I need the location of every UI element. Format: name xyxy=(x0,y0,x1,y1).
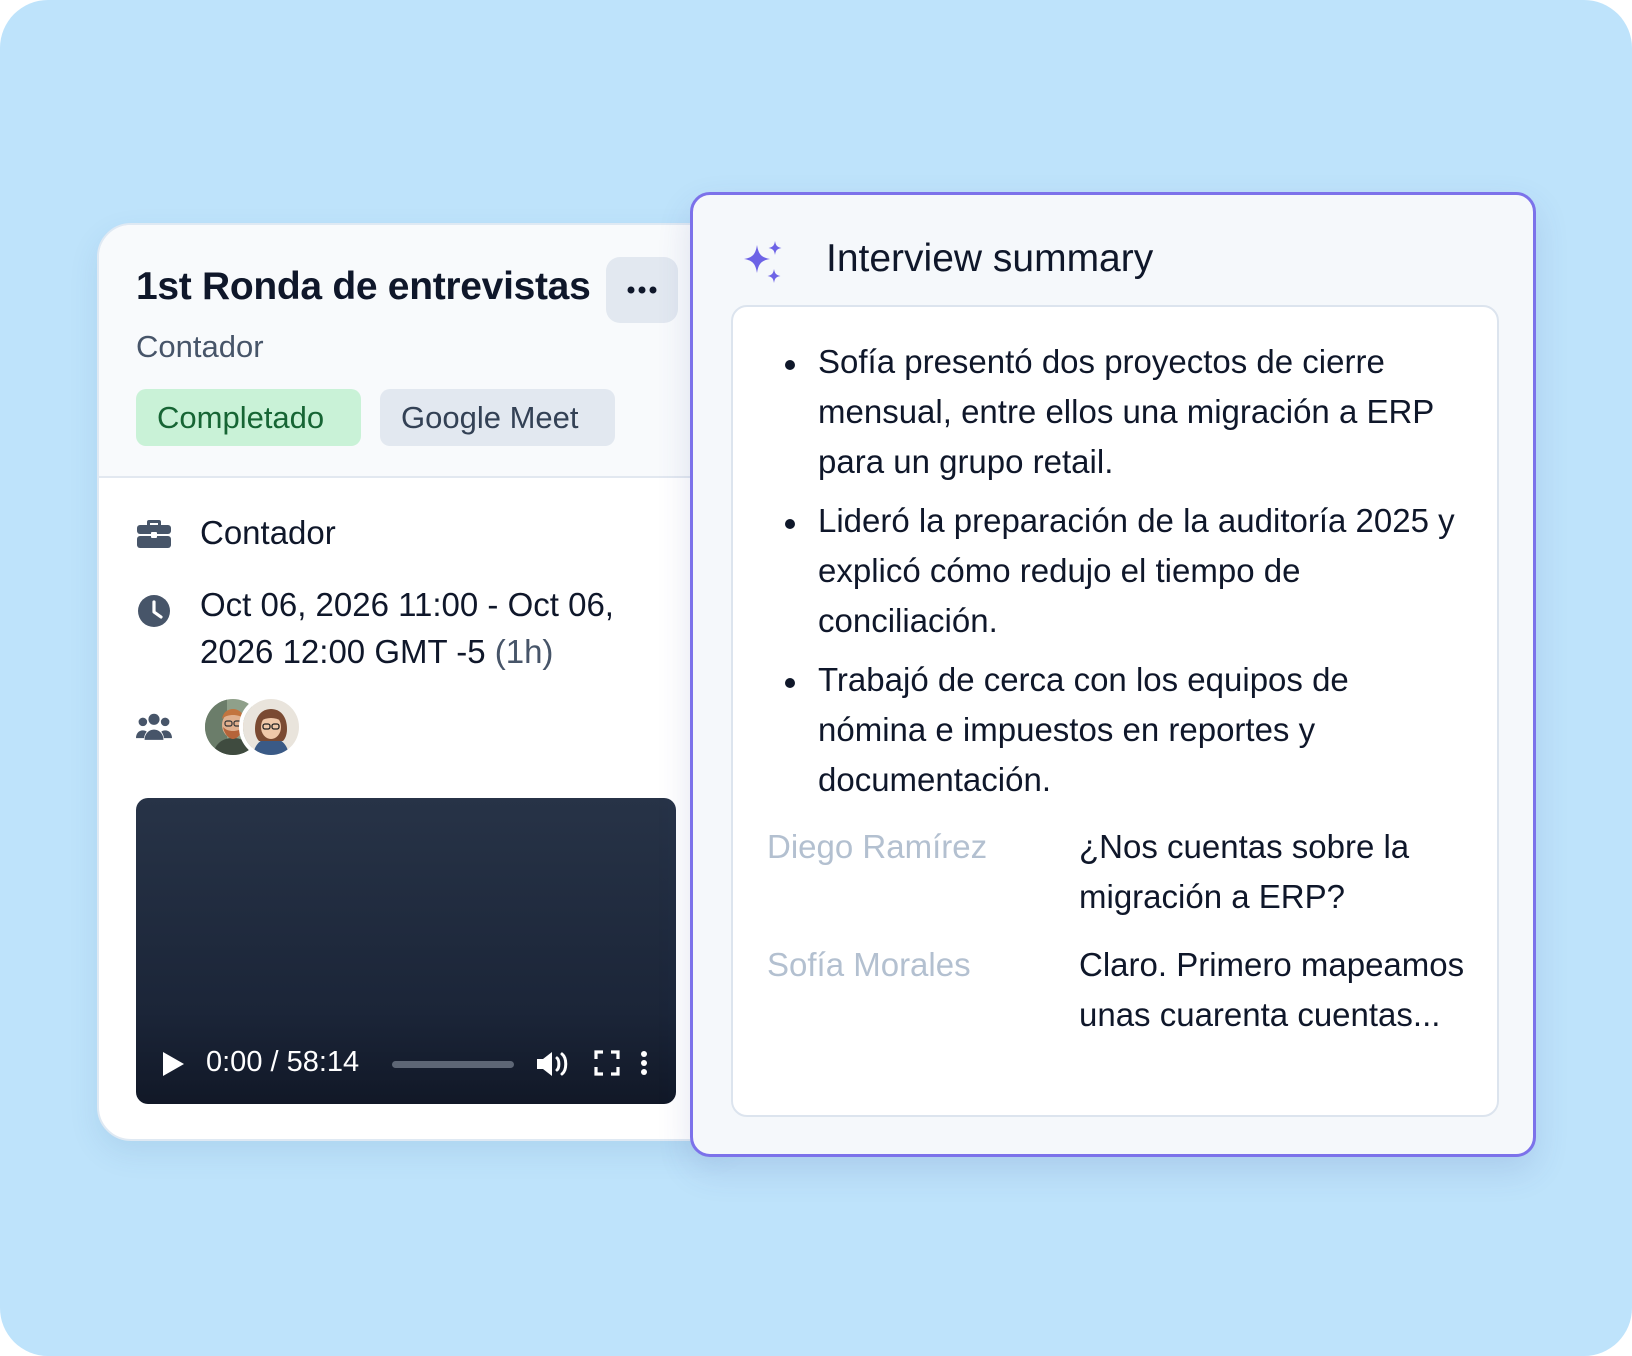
video-time: 0:00 / 58:14 xyxy=(206,1046,360,1078)
transcript-text: ¿Nos cuentas sobre la migración a ERP? xyxy=(1079,828,1410,915)
fullscreen-button[interactable] xyxy=(592,1048,622,1078)
status-badge: Completado xyxy=(136,389,361,446)
time-row: Oct 06, 2026 11:00 - Oct 06, 2026 12:00 … xyxy=(136,586,614,670)
volume-icon xyxy=(537,1052,568,1076)
platform-badge: Google Meet xyxy=(380,389,615,446)
video-player[interactable]: 0:00 / 58:14 xyxy=(136,798,676,1104)
play-icon xyxy=(163,1052,184,1076)
sparkles-icon xyxy=(744,241,782,283)
summary-bullet: Trabajó de cerca con los equipos de nómi… xyxy=(785,655,1458,805)
role-row: Contador xyxy=(136,514,336,551)
participants-row xyxy=(136,695,172,745)
video-menu-button[interactable] xyxy=(636,1048,652,1078)
interview-card-header: 1st Ronda de entrevistas Contador Comple… xyxy=(99,225,735,478)
summary-bullet: Sofía presentó dos proyectos de cierre m… xyxy=(785,337,1458,487)
more-vertical-icon xyxy=(641,1051,647,1075)
time-line-1: Oct 06, 2026 11:00 - Oct 06, xyxy=(200,586,614,623)
clock-icon xyxy=(136,593,172,629)
avatar-woman-glasses-icon[interactable] xyxy=(239,695,303,759)
fullscreen-icon xyxy=(594,1050,620,1076)
play-button[interactable] xyxy=(158,1047,188,1081)
time-range: Oct 06, 2026 11:00 - Oct 06, 2026 12:00 … xyxy=(200,581,614,675)
volume-button[interactable] xyxy=(534,1046,574,1082)
summary-bullet: Lideró la preparación de la auditoría 20… xyxy=(785,496,1458,646)
interview-title: 1st Ronda de entrevistas xyxy=(136,265,591,308)
interview-subtitle: Contador xyxy=(136,329,264,364)
summary-body: Sofía presentó dos proyectos de cierre m… xyxy=(731,305,1499,1117)
time-line-2-text: 2026 12:00 GMT -5 xyxy=(200,633,486,670)
time-line-2: 2026 12:00 GMT -5 (1h) xyxy=(200,628,614,675)
more-options-button[interactable] xyxy=(606,257,678,323)
transcript-speaker: Sofía Morales xyxy=(767,946,971,983)
video-controls: 0:00 / 58:14 xyxy=(136,1024,676,1104)
summary-title: Interview summary xyxy=(826,237,1154,280)
more-horizontal-icon xyxy=(627,286,657,294)
duration-label: (1h) xyxy=(494,633,554,670)
transcript-speaker: Diego Ramírez xyxy=(767,828,988,865)
briefcase-icon xyxy=(136,515,172,551)
transcript-text: Claro. Primero mapeamos unas cuarenta cu… xyxy=(1079,946,1465,1033)
users-icon xyxy=(136,709,172,745)
interview-summary-panel: Interview summary Sofía presentó dos pro… xyxy=(690,192,1536,1157)
role-label: Contador xyxy=(200,514,336,551)
seek-bar[interactable] xyxy=(392,1061,514,1068)
interview-card: 1st Ronda de entrevistas Contador Comple… xyxy=(97,223,737,1141)
page-background: 1st Ronda de entrevistas Contador Comple… xyxy=(0,0,1632,1356)
